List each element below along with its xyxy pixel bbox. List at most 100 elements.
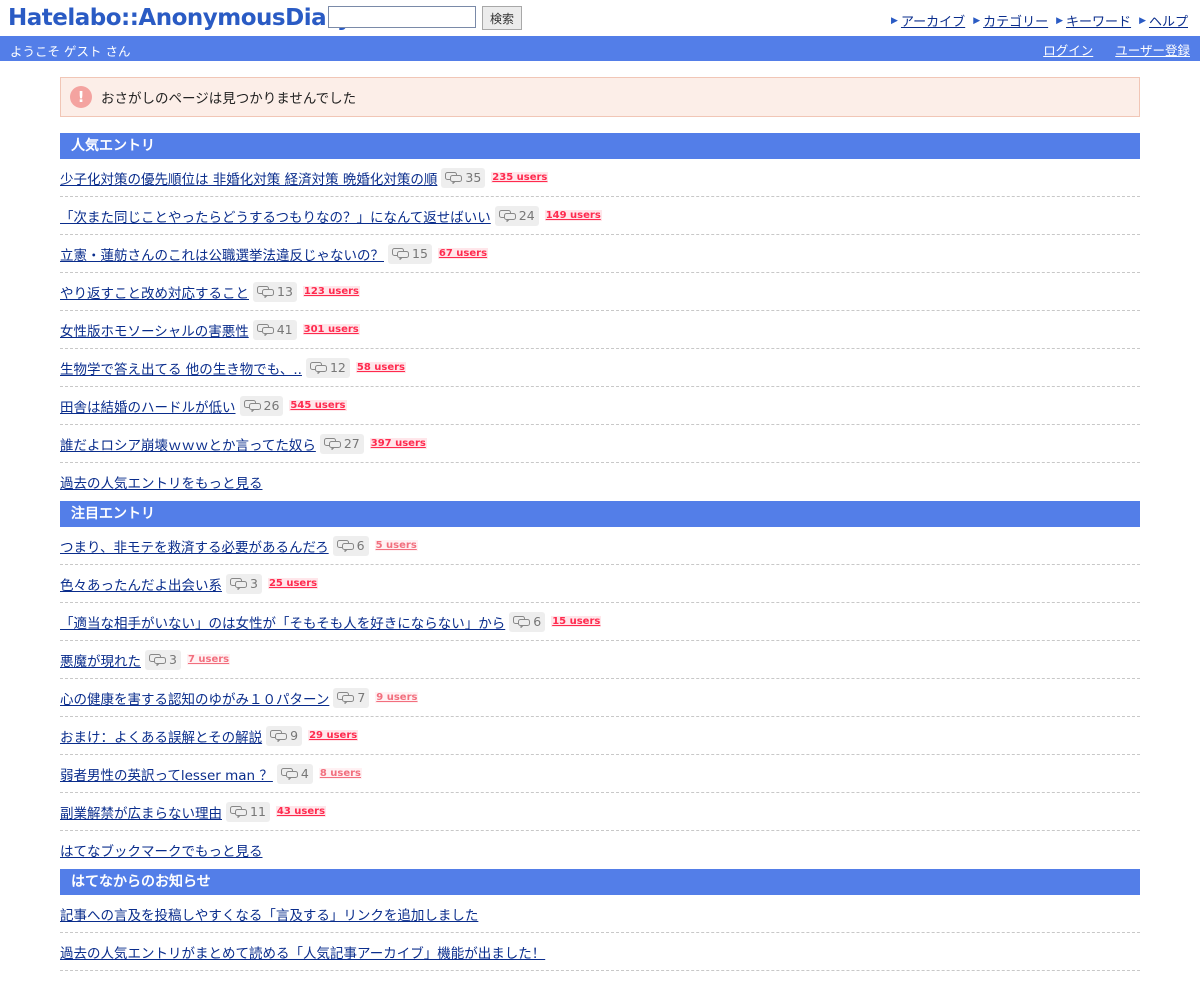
- comment-count: 26: [263, 398, 280, 413]
- notable-more-link[interactable]: はてなブックマークでもっと見る: [60, 840, 263, 860]
- comment-count-badge[interactable]: 27: [319, 433, 364, 454]
- comment-count-badge[interactable]: 41: [252, 319, 297, 340]
- bookmark-users-link[interactable]: 123 users: [302, 286, 360, 297]
- entry-row: 過去の人気エントリがまとめて読める「人気記事アーカイブ」機能が出ました！: [60, 933, 1140, 971]
- bookmark-users-link[interactable]: 545 users: [289, 400, 347, 411]
- comment-count-badge[interactable]: 7: [333, 687, 370, 708]
- comment-icon: [149, 653, 166, 666]
- bookmark-users-link[interactable]: 5 users: [374, 540, 418, 551]
- bookmark-users-link[interactable]: 29 users: [308, 730, 359, 741]
- entry-title-link[interactable]: 記事への言及を投稿しやすくなる「言及する」リンクを追加しました: [60, 904, 478, 924]
- comment-icon: [256, 323, 274, 336]
- entry-title-link[interactable]: 色々あったんだよ出会い系: [60, 574, 222, 594]
- bookmark-users-link[interactable]: 8 users: [318, 768, 363, 779]
- news-heading: はてなからのお知らせ: [60, 869, 1140, 895]
- comment-icon: [392, 247, 409, 260]
- comment-count: 12: [329, 360, 346, 375]
- nav-archive-link[interactable]: アーカイブ: [901, 11, 965, 30]
- nav-keyword[interactable]: ▶ キーワード: [1056, 11, 1131, 30]
- popular-heading: 人気エントリ: [60, 133, 1140, 159]
- comment-count: 27: [343, 436, 360, 451]
- bookmark-users-link[interactable]: 7 users: [186, 654, 231, 665]
- arrow-icon: ▶: [891, 15, 898, 26]
- login-link[interactable]: ログイン: [1043, 40, 1093, 59]
- notable-list: つまり、非モテを救済する必要があるんだろ 6 5 users 色々あったんだよ出会い系…: [60, 527, 1140, 831]
- entry-title-link[interactable]: 心の健康を害する認知のゆがみ１０パターン: [60, 688, 329, 708]
- bookmark-users-link[interactable]: 15 users: [551, 616, 602, 627]
- register-link[interactable]: ユーザー登録: [1115, 40, 1190, 59]
- site-logo[interactable]: Hatelabo::AnonymousDiary: [8, 3, 352, 33]
- bookmark-users-link[interactable]: 67 users: [437, 248, 489, 259]
- comment-icon: [445, 171, 463, 184]
- comment-count-badge[interactable]: 26: [239, 395, 284, 416]
- entry-title-link[interactable]: 女性版ホモソーシャルの害悪性: [60, 320, 249, 340]
- entry-title-link[interactable]: 弱者男性の英訳ってlesser man ？: [60, 764, 273, 784]
- search-button[interactable]: 検索: [482, 6, 522, 30]
- nav-help-link[interactable]: ヘルプ: [1149, 11, 1188, 30]
- nav-archive[interactable]: ▶ アーカイブ: [891, 11, 965, 30]
- comment-count-badge[interactable]: 3: [226, 573, 262, 594]
- bookmark-users-link[interactable]: 25 users: [267, 578, 319, 589]
- entry-row: やり返すこと改め対応すること 13 123 users: [60, 273, 1140, 311]
- entry-row: 立憲・蓮舫さんのこれは公職選挙法違反じゃないの？ 15 67 users: [60, 235, 1140, 273]
- entry-title-link[interactable]: 「次また同じことやったらどうするつもりなの？」になんて返せばいい: [60, 206, 491, 226]
- comment-count: 6: [533, 614, 542, 629]
- entry-title-link[interactable]: 「適当な相手がいない」のは女性が「そもそも人を好きにならない」から: [60, 612, 505, 632]
- warning-icon: !: [70, 86, 92, 108]
- comment-count-badge[interactable]: 13: [253, 281, 297, 302]
- nav-keyword-link[interactable]: キーワード: [1066, 11, 1131, 30]
- comment-count-badge[interactable]: 35: [441, 167, 486, 188]
- entry-title-link[interactable]: おまけ：よくある誤解とその解説: [60, 726, 262, 746]
- entry-title-link[interactable]: 少子化対策の優先順位は 非婚化対策 経済対策 晩婚化対策の順: [60, 168, 437, 188]
- entry-title-link[interactable]: 誰だよロシア崩壊ｗｗｗとか言ってた奴ら: [60, 434, 316, 454]
- entry-row: 「適当な相手がいない」のは女性が「そもそも人を好きにならない」から 6 15 use…: [60, 603, 1140, 641]
- entry-title-link[interactable]: 立憲・蓮舫さんのこれは公職選挙法違反じゃないの？: [60, 244, 384, 264]
- comment-count-badge[interactable]: 6: [509, 611, 546, 632]
- comment-count: 6: [356, 538, 365, 553]
- bookmark-users-link[interactable]: 397 users: [369, 438, 427, 449]
- entry-title-link[interactable]: 生物学で答え出てる 他の生き物でも、..: [60, 358, 302, 378]
- bookmark-users-link[interactable]: 149 users: [544, 210, 602, 221]
- entry-title-link[interactable]: 副業解禁が広まらない理由: [60, 802, 222, 822]
- comment-icon: [513, 615, 531, 628]
- bookmark-users-link[interactable]: 58 users: [355, 362, 407, 373]
- bookmark-users-link[interactable]: 43 users: [275, 806, 327, 817]
- notable-heading: 注目エントリ: [60, 501, 1140, 527]
- entry-title-link[interactable]: 悪魔が現れた: [60, 650, 141, 670]
- comment-count: 35: [465, 170, 482, 185]
- entry-row: 田舎は結婚のハードルが低い 26 545 users: [60, 387, 1140, 425]
- entry-title-link[interactable]: やり返すこと改め対応すること: [60, 282, 249, 302]
- bookmark-users-link[interactable]: 301 users: [302, 324, 360, 335]
- comment-count: 7: [357, 690, 366, 705]
- comment-count-badge[interactable]: 9: [266, 725, 303, 746]
- comment-count: 4: [300, 766, 309, 781]
- comment-count: 41: [276, 322, 293, 337]
- entry-title-link[interactable]: つまり、非モテを救済する必要があるんだろ: [60, 536, 329, 556]
- comment-count: 11: [250, 804, 266, 819]
- entry-title-link[interactable]: 過去の人気エントリがまとめて読める「人気記事アーカイブ」機能が出ました！: [60, 942, 545, 962]
- account-links: ログイン ユーザー登録: [1043, 40, 1190, 59]
- comment-icon: [336, 539, 354, 552]
- nav-category[interactable]: ▶ カテゴリー: [973, 11, 1048, 30]
- comment-icon: [230, 805, 247, 818]
- comment-icon: [498, 209, 516, 222]
- popular-more-link[interactable]: 過去の人気エントリをもっと見る: [60, 472, 263, 492]
- comment-count-badge[interactable]: 3: [145, 649, 181, 670]
- comment-count-badge[interactable]: 15: [388, 243, 432, 264]
- comment-icon: [270, 729, 288, 742]
- entry-row: 色々あったんだよ出会い系 3 25 users: [60, 565, 1140, 603]
- bookmark-users-link[interactable]: 235 users: [491, 172, 549, 183]
- entry-title-link[interactable]: 田舎は結婚のハードルが低い: [60, 396, 236, 416]
- popular-more: 過去の人気エントリをもっと見る: [60, 463, 1140, 501]
- not-found-alert: ! おさがしのページは見つかりませんでした: [60, 77, 1140, 117]
- search-input[interactable]: [328, 6, 476, 28]
- nav-help[interactable]: ▶ ヘルプ: [1139, 11, 1188, 30]
- bookmark-users-link[interactable]: 9 users: [375, 692, 419, 703]
- comment-count-badge[interactable]: 4: [276, 763, 313, 784]
- comment-count-badge[interactable]: 11: [226, 801, 270, 822]
- nav-category-link[interactable]: カテゴリー: [983, 11, 1048, 30]
- comment-count-badge[interactable]: 12: [305, 357, 350, 378]
- comment-count-badge[interactable]: 24: [494, 205, 539, 226]
- comment-count-badge[interactable]: 6: [332, 535, 369, 556]
